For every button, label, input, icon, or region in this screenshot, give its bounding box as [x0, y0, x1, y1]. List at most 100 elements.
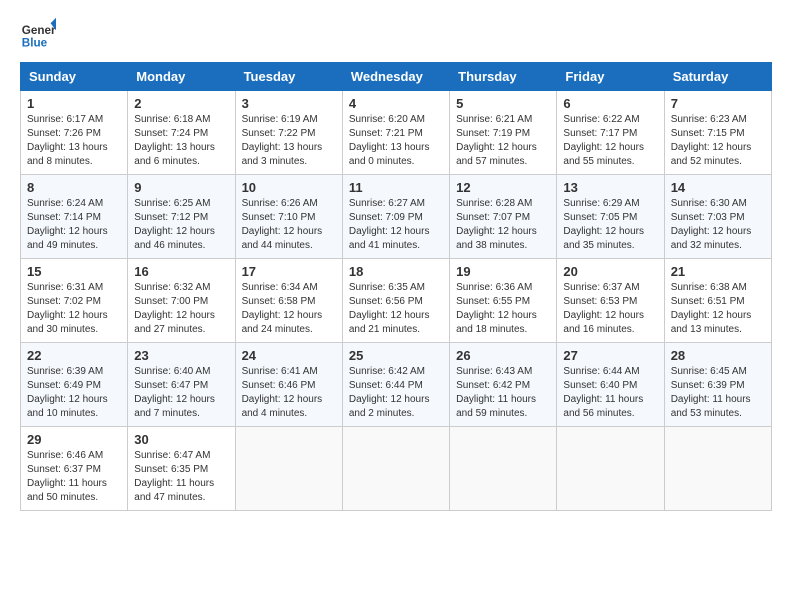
day-number: 14 — [671, 180, 765, 195]
day-info: Sunrise: 6:24 AMSunset: 7:14 PMDaylight:… — [27, 198, 108, 251]
day-info: Sunrise: 6:36 AMSunset: 6:55 PMDaylight:… — [456, 282, 537, 335]
day-info: Sunrise: 6:27 AMSunset: 7:09 PMDaylight:… — [349, 198, 430, 251]
calendar-day-cell: 13 Sunrise: 6:29 AMSunset: 7:05 PMDaylig… — [557, 175, 664, 259]
calendar-day-cell: 16 Sunrise: 6:32 AMSunset: 7:00 PMDaylig… — [128, 259, 235, 343]
day-info: Sunrise: 6:45 AMSunset: 6:39 PMDaylight:… — [671, 366, 751, 419]
calendar-week-row: 15 Sunrise: 6:31 AMSunset: 7:02 PMDaylig… — [21, 259, 772, 343]
calendar-day-cell: 9 Sunrise: 6:25 AMSunset: 7:12 PMDayligh… — [128, 175, 235, 259]
weekday-header-tuesday: Tuesday — [235, 63, 342, 91]
day-info: Sunrise: 6:47 AMSunset: 6:35 PMDaylight:… — [134, 450, 214, 503]
calendar-day-cell: 8 Sunrise: 6:24 AMSunset: 7:14 PMDayligh… — [21, 175, 128, 259]
day-number: 20 — [563, 264, 657, 279]
calendar-day-cell — [557, 427, 664, 511]
day-number: 7 — [671, 96, 765, 111]
calendar-day-cell: 17 Sunrise: 6:34 AMSunset: 6:58 PMDaylig… — [235, 259, 342, 343]
calendar-day-cell: 18 Sunrise: 6:35 AMSunset: 6:56 PMDaylig… — [342, 259, 449, 343]
day-info: Sunrise: 6:22 AMSunset: 7:17 PMDaylight:… — [563, 114, 644, 167]
day-number: 17 — [242, 264, 336, 279]
calendar-week-row: 1 Sunrise: 6:17 AMSunset: 7:26 PMDayligh… — [21, 91, 772, 175]
day-info: Sunrise: 6:35 AMSunset: 6:56 PMDaylight:… — [349, 282, 430, 335]
calendar-day-cell: 12 Sunrise: 6:28 AMSunset: 7:07 PMDaylig… — [450, 175, 557, 259]
day-info: Sunrise: 6:31 AMSunset: 7:02 PMDaylight:… — [27, 282, 108, 335]
calendar-week-row: 29 Sunrise: 6:46 AMSunset: 6:37 PMDaylig… — [21, 427, 772, 511]
calendar-day-cell: 30 Sunrise: 6:47 AMSunset: 6:35 PMDaylig… — [128, 427, 235, 511]
day-info: Sunrise: 6:21 AMSunset: 7:19 PMDaylight:… — [456, 114, 537, 167]
day-number: 25 — [349, 348, 443, 363]
calendar-day-cell: 20 Sunrise: 6:37 AMSunset: 6:53 PMDaylig… — [557, 259, 664, 343]
calendar-day-cell: 21 Sunrise: 6:38 AMSunset: 6:51 PMDaylig… — [664, 259, 771, 343]
day-info: Sunrise: 6:25 AMSunset: 7:12 PMDaylight:… — [134, 198, 215, 251]
calendar-day-cell: 10 Sunrise: 6:26 AMSunset: 7:10 PMDaylig… — [235, 175, 342, 259]
logo-icon: General Blue — [20, 16, 56, 52]
day-number: 11 — [349, 180, 443, 195]
calendar-day-cell: 23 Sunrise: 6:40 AMSunset: 6:47 PMDaylig… — [128, 343, 235, 427]
calendar-day-cell: 1 Sunrise: 6:17 AMSunset: 7:26 PMDayligh… — [21, 91, 128, 175]
calendar-day-cell: 2 Sunrise: 6:18 AMSunset: 7:24 PMDayligh… — [128, 91, 235, 175]
calendar-day-cell — [235, 427, 342, 511]
day-number: 3 — [242, 96, 336, 111]
day-number: 2 — [134, 96, 228, 111]
day-number: 23 — [134, 348, 228, 363]
day-number: 16 — [134, 264, 228, 279]
page-header: General Blue — [20, 16, 772, 52]
calendar-week-row: 22 Sunrise: 6:39 AMSunset: 6:49 PMDaylig… — [21, 343, 772, 427]
day-info: Sunrise: 6:37 AMSunset: 6:53 PMDaylight:… — [563, 282, 644, 335]
day-info: Sunrise: 6:19 AMSunset: 7:22 PMDaylight:… — [242, 114, 323, 167]
day-number: 1 — [27, 96, 121, 111]
calendar-day-cell: 7 Sunrise: 6:23 AMSunset: 7:15 PMDayligh… — [664, 91, 771, 175]
calendar-day-cell: 29 Sunrise: 6:46 AMSunset: 6:37 PMDaylig… — [21, 427, 128, 511]
day-number: 15 — [27, 264, 121, 279]
day-number: 19 — [456, 264, 550, 279]
day-info: Sunrise: 6:32 AMSunset: 7:00 PMDaylight:… — [134, 282, 215, 335]
weekday-header-sunday: Sunday — [21, 63, 128, 91]
day-info: Sunrise: 6:28 AMSunset: 7:07 PMDaylight:… — [456, 198, 537, 251]
day-number: 10 — [242, 180, 336, 195]
day-info: Sunrise: 6:29 AMSunset: 7:05 PMDaylight:… — [563, 198, 644, 251]
calendar-day-cell: 25 Sunrise: 6:42 AMSunset: 6:44 PMDaylig… — [342, 343, 449, 427]
calendar-day-cell: 15 Sunrise: 6:31 AMSunset: 7:02 PMDaylig… — [21, 259, 128, 343]
day-info: Sunrise: 6:46 AMSunset: 6:37 PMDaylight:… — [27, 450, 107, 503]
day-number: 13 — [563, 180, 657, 195]
svg-text:General: General — [22, 24, 56, 37]
weekday-header-friday: Friday — [557, 63, 664, 91]
day-number: 5 — [456, 96, 550, 111]
calendar-day-cell: 5 Sunrise: 6:21 AMSunset: 7:19 PMDayligh… — [450, 91, 557, 175]
day-info: Sunrise: 6:39 AMSunset: 6:49 PMDaylight:… — [27, 366, 108, 419]
day-number: 8 — [27, 180, 121, 195]
day-number: 22 — [27, 348, 121, 363]
weekday-header-thursday: Thursday — [450, 63, 557, 91]
day-number: 21 — [671, 264, 765, 279]
weekday-header-saturday: Saturday — [664, 63, 771, 91]
day-info: Sunrise: 6:26 AMSunset: 7:10 PMDaylight:… — [242, 198, 323, 251]
day-number: 9 — [134, 180, 228, 195]
calendar-day-cell: 3 Sunrise: 6:19 AMSunset: 7:22 PMDayligh… — [235, 91, 342, 175]
day-info: Sunrise: 6:34 AMSunset: 6:58 PMDaylight:… — [242, 282, 323, 335]
calendar-day-cell: 14 Sunrise: 6:30 AMSunset: 7:03 PMDaylig… — [664, 175, 771, 259]
day-number: 24 — [242, 348, 336, 363]
day-info: Sunrise: 6:23 AMSunset: 7:15 PMDaylight:… — [671, 114, 752, 167]
day-info: Sunrise: 6:30 AMSunset: 7:03 PMDaylight:… — [671, 198, 752, 251]
day-number: 30 — [134, 432, 228, 447]
day-info: Sunrise: 6:43 AMSunset: 6:42 PMDaylight:… — [456, 366, 536, 419]
day-info: Sunrise: 6:18 AMSunset: 7:24 PMDaylight:… — [134, 114, 215, 167]
day-number: 4 — [349, 96, 443, 111]
calendar-header-row: SundayMondayTuesdayWednesdayThursdayFrid… — [21, 63, 772, 91]
day-number: 18 — [349, 264, 443, 279]
calendar-table: SundayMondayTuesdayWednesdayThursdayFrid… — [20, 62, 772, 511]
day-info: Sunrise: 6:41 AMSunset: 6:46 PMDaylight:… — [242, 366, 323, 419]
day-number: 6 — [563, 96, 657, 111]
calendar-day-cell — [664, 427, 771, 511]
weekday-header-wednesday: Wednesday — [342, 63, 449, 91]
calendar-day-cell: 24 Sunrise: 6:41 AMSunset: 6:46 PMDaylig… — [235, 343, 342, 427]
day-info: Sunrise: 6:44 AMSunset: 6:40 PMDaylight:… — [563, 366, 643, 419]
calendar-day-cell: 26 Sunrise: 6:43 AMSunset: 6:42 PMDaylig… — [450, 343, 557, 427]
calendar-day-cell: 19 Sunrise: 6:36 AMSunset: 6:55 PMDaylig… — [450, 259, 557, 343]
day-info: Sunrise: 6:42 AMSunset: 6:44 PMDaylight:… — [349, 366, 430, 419]
calendar-day-cell: 11 Sunrise: 6:27 AMSunset: 7:09 PMDaylig… — [342, 175, 449, 259]
day-number: 27 — [563, 348, 657, 363]
calendar-day-cell: 6 Sunrise: 6:22 AMSunset: 7:17 PMDayligh… — [557, 91, 664, 175]
calendar-day-cell: 4 Sunrise: 6:20 AMSunset: 7:21 PMDayligh… — [342, 91, 449, 175]
svg-text:Blue: Blue — [22, 37, 48, 50]
calendar-day-cell: 22 Sunrise: 6:39 AMSunset: 6:49 PMDaylig… — [21, 343, 128, 427]
weekday-header-monday: Monday — [128, 63, 235, 91]
